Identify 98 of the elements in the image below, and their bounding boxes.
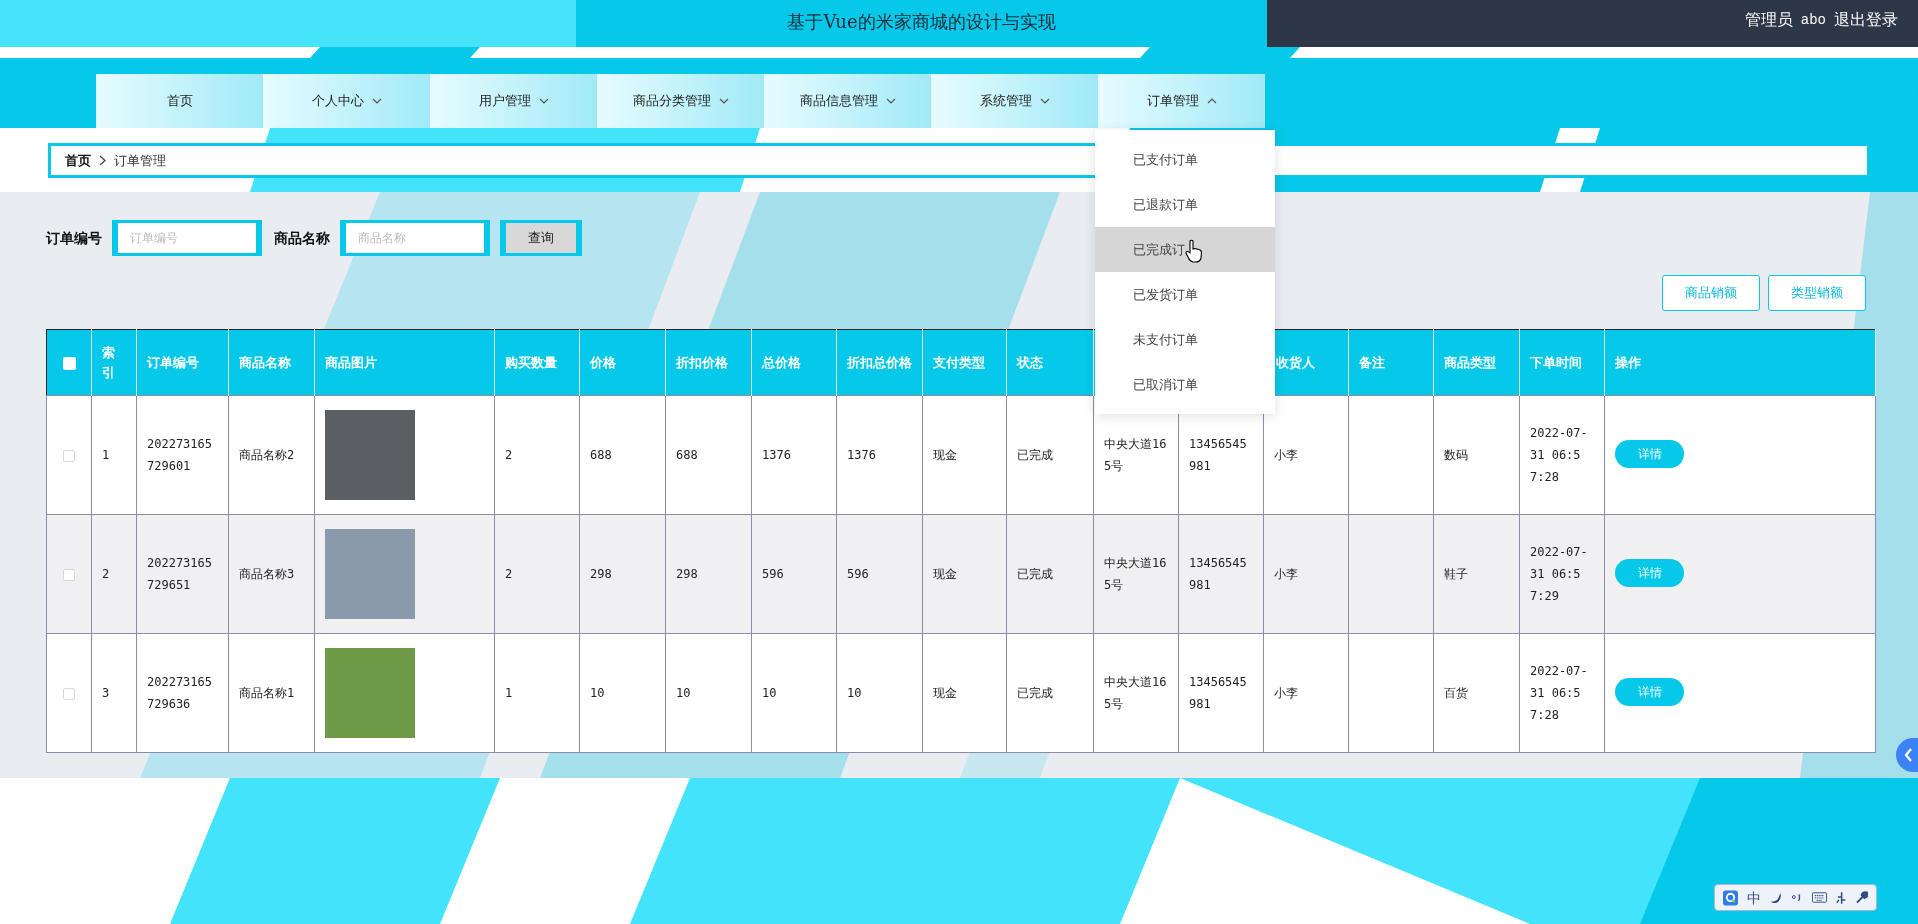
wrench-icon[interactable] xyxy=(1855,891,1868,904)
ime-mode-toggle[interactable]: 中 xyxy=(1747,890,1762,905)
table-cell-text: 中央大道165号 xyxy=(1104,437,1167,473)
checkbox[interactable] xyxy=(63,568,75,581)
table-cell-text: 298 xyxy=(590,567,612,581)
nav-tab[interactable]: 用户管理 xyxy=(430,74,597,128)
table-cell-text: 1 xyxy=(102,448,110,462)
menu-item[interactable]: 未支付订单 xyxy=(1095,317,1275,362)
table-cell-text: 13456545981 xyxy=(1189,437,1247,473)
column-header: 商品图片 xyxy=(325,354,377,370)
search-field[interactable]: 订单编号 xyxy=(112,220,262,256)
nav-tab[interactable]: 首页 xyxy=(96,74,263,128)
table-cell-text: 中央大道165号 xyxy=(1104,675,1167,711)
tools-icon[interactable] xyxy=(1835,890,1847,905)
table-cell-text: 202273165729636 xyxy=(147,675,213,711)
menu-item[interactable]: 已完成订 xyxy=(1095,227,1275,272)
breadcrumb-link[interactable]: 订单管理 xyxy=(114,150,166,171)
table-cell-text: 已完成 xyxy=(1017,448,1053,462)
table-cell-text: 2022-07-31 06:57:28 xyxy=(1530,426,1588,484)
collapse-button-icon[interactable] xyxy=(1896,738,1918,772)
table-cell-text: 202273165729651 xyxy=(147,556,213,592)
menu-item[interactable]: 已支付订单 xyxy=(1095,137,1275,182)
nav-tab[interactable]: 商品信息管理 xyxy=(764,74,931,128)
table-cell-text: 688 xyxy=(590,448,612,462)
column-header: 折扣价格 xyxy=(676,354,728,370)
table-cell-text: 商品名称1 xyxy=(239,686,295,700)
column-header: 支付类型 xyxy=(933,354,985,370)
nav-tab[interactable]: 系统管理 xyxy=(931,74,1098,128)
table-cell-text: 10 xyxy=(847,686,862,700)
table-cell-text: 596 xyxy=(762,567,784,581)
column-header: 商品类型 xyxy=(1444,354,1496,370)
table-cell-text: 1376 xyxy=(762,448,791,462)
column-header: 总价格 xyxy=(762,354,801,370)
field-label: 商品名称 xyxy=(274,228,330,248)
search-button[interactable]: 查询 xyxy=(500,220,582,256)
nav-tab[interactable]: 订单管理 xyxy=(1098,74,1265,128)
column-header: 索引 xyxy=(102,344,115,380)
table-cell-text: 小李 xyxy=(1274,567,1298,581)
table-cell-text: 数码 xyxy=(1444,448,1468,462)
column-header: 价格 xyxy=(590,354,616,370)
column-header: 折扣总价格 xyxy=(847,354,912,370)
column-header: 订单编号 xyxy=(147,354,199,370)
site-title: 基于Vue的米家商城的设计与实现 xyxy=(787,10,1056,34)
column-header: 购买数量 xyxy=(505,354,557,370)
nav-tab[interactable]: 商品分类管理 xyxy=(597,74,764,128)
table-cell-text: 3 xyxy=(102,686,110,700)
table-cell-text: 已完成 xyxy=(1017,686,1053,700)
menu-item[interactable]: 已发货订单 xyxy=(1095,272,1275,317)
table-cell-text: 202273165729601 xyxy=(147,437,213,473)
table-cell-text: 1 xyxy=(505,686,513,700)
checkbox[interactable] xyxy=(62,356,76,370)
keyboard-icon[interactable] xyxy=(1811,892,1827,903)
table-cell-text: 现金 xyxy=(933,448,957,462)
nav-tab[interactable]: 个人中心 xyxy=(263,74,430,128)
breadcrumb-link[interactable]: 首页 xyxy=(65,150,91,171)
table-cell-text: 2 xyxy=(505,448,513,462)
column-header: 下单时间 xyxy=(1530,354,1582,370)
menu-item[interactable]: 已取消订单 xyxy=(1095,362,1275,407)
hand-cursor-icon xyxy=(1185,239,1203,263)
table-cell-text: 2022-07-31 06:57:29 xyxy=(1530,545,1588,603)
table-cell-text: 2022-07-31 06:57:28 xyxy=(1530,664,1588,722)
menu-item[interactable]: 已退款订单 xyxy=(1095,182,1275,227)
table-cell-text: 百货 xyxy=(1444,686,1468,700)
table-cell-text: 2 xyxy=(505,567,513,581)
checkbox[interactable] xyxy=(63,449,75,462)
table-cell-text: 小李 xyxy=(1274,448,1298,462)
column-header: 操作 xyxy=(1615,354,1641,370)
table-cell-text: 596 xyxy=(847,567,869,581)
checkbox[interactable] xyxy=(63,687,75,700)
username: abo xyxy=(1800,11,1826,30)
table-cell-text: 商品名称3 xyxy=(239,567,295,581)
column-header: 备注 xyxy=(1359,354,1385,370)
table-cell-text: 10 xyxy=(676,686,691,700)
table-cell-text: 小李 xyxy=(1274,686,1298,700)
logout-link[interactable]: 退出登录 xyxy=(1834,8,1898,32)
chevron-right-icon xyxy=(99,155,106,166)
table-cell-text: 鞋子 xyxy=(1444,567,1468,581)
ime-logo-icon[interactable] xyxy=(1723,889,1739,906)
punctuation-icon[interactable] xyxy=(1791,892,1803,903)
table-cell-text: 13456545981 xyxy=(1189,675,1247,711)
table-cell-text: 298 xyxy=(676,567,698,581)
table-cell-text: 688 xyxy=(676,448,698,462)
table-cell-text: 现金 xyxy=(933,686,957,700)
table-cell-text: 2 xyxy=(102,567,110,581)
table-cell-text: 已完成 xyxy=(1017,567,1053,581)
table-cell-text: 现金 xyxy=(933,567,957,581)
search-field[interactable]: 商品名称 xyxy=(340,220,490,256)
table-cell-text: 1376 xyxy=(847,448,876,462)
table-cell-text: 10 xyxy=(762,686,777,700)
table-cell-text: 13456545981 xyxy=(1189,556,1247,592)
user-role: 管理员 xyxy=(1744,9,1793,31)
table-cell-text: 10 xyxy=(590,686,605,700)
field-label: 订单编号 xyxy=(46,228,102,248)
table-cell-text: 中央大道165号 xyxy=(1104,556,1167,592)
column-header: 状态 xyxy=(1017,354,1043,370)
table-cell-text: 商品名称2 xyxy=(239,448,295,462)
column-header: 商品名称 xyxy=(239,354,291,370)
column-header: 收货人 xyxy=(1276,354,1315,370)
